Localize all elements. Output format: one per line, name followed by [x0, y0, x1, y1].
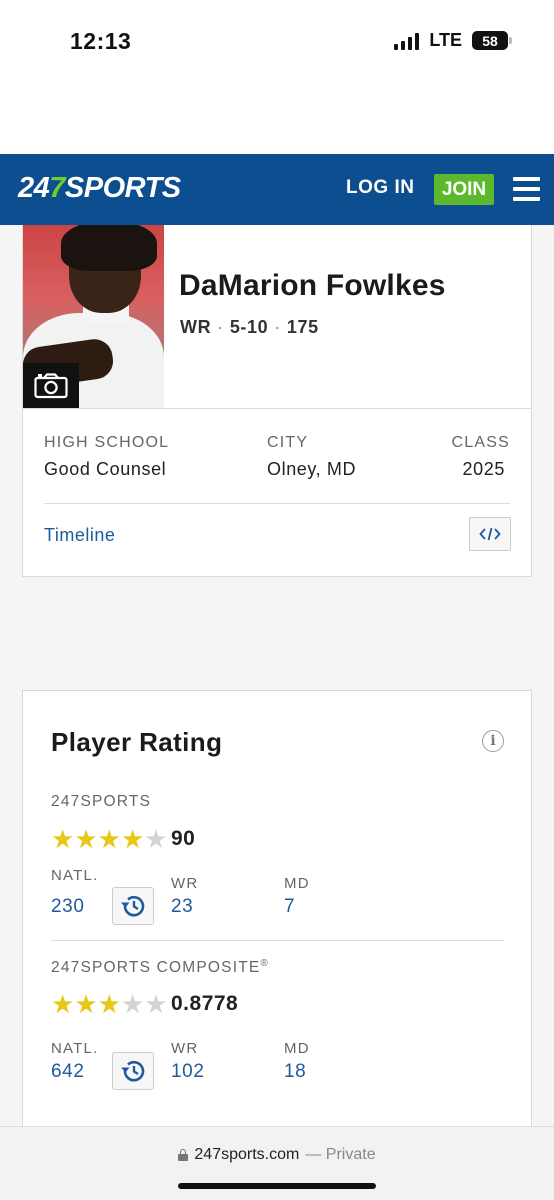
player-position: WR: [180, 317, 212, 337]
status-bar: 12:13 LTE 58: [0, 0, 554, 84]
natl-rank-label: NATL.: [51, 1040, 99, 1057]
class-value: 2025: [462, 459, 505, 479]
city-value: Olney, MD: [267, 459, 357, 479]
url-display[interactable]: 247sports.com — Private: [0, 1146, 554, 1164]
embed-code-button[interactable]: [469, 517, 511, 551]
cellular-signal-icon: [394, 32, 420, 50]
private-mode-label: — Private: [305, 1146, 376, 1163]
composite-label-text: 247SPORTS COMPOSITE: [51, 959, 261, 977]
state-rank-value[interactable]: 7: [284, 896, 295, 918]
divider: [44, 503, 510, 504]
logo-text-24: 24: [18, 172, 50, 204]
natl-rank-value[interactable]: 642: [51, 1061, 85, 1083]
join-button[interactable]: JOIN: [434, 174, 494, 205]
battery-level: 58: [482, 32, 498, 49]
rank-history-button[interactable]: [112, 887, 154, 925]
divider: [23, 408, 531, 409]
high-school-value: Good Counsel: [44, 459, 167, 479]
hamburger-menu-icon[interactable]: [513, 177, 540, 201]
star-filled-icon: ★: [120, 824, 145, 854]
status-time: 12:13: [70, 28, 132, 54]
player-height: 5-10: [229, 317, 269, 337]
position-rank-label: WR: [171, 875, 199, 892]
state-rank-label: MD: [284, 1040, 310, 1057]
star-filled-icon: ★: [74, 824, 98, 854]
247sports-score: 90: [171, 827, 196, 850]
composite-rating-label: 247SPORTS COMPOSITE®: [51, 958, 269, 977]
star-filled-icon: ★: [97, 989, 121, 1019]
247sports-star-rating: ★ ★ ★ ★ ★: [51, 826, 168, 852]
star-empty-icon: ★: [120, 989, 145, 1019]
class-label: CLASS: [451, 434, 510, 451]
browser-url-bar[interactable]: 247sports.com — Private: [0, 1126, 554, 1200]
state-rank-label: MD: [284, 875, 310, 892]
home-indicator[interactable]: [178, 1183, 376, 1189]
page-top-spacer: [0, 84, 554, 154]
separator: ·: [217, 317, 224, 337]
player-name: DaMarion Fowlkes: [179, 269, 446, 302]
status-indicators: LTE 58: [394, 30, 512, 51]
history-icon: [121, 895, 145, 917]
position-rank-value[interactable]: 102: [171, 1061, 205, 1083]
city-label: CITY: [267, 434, 309, 451]
camera-icon[interactable]: [23, 363, 79, 408]
divider: [51, 940, 504, 941]
star-empty-icon: ★: [144, 989, 168, 1019]
rank-history-button[interactable]: [112, 1052, 154, 1090]
player-profile-card: DaMarion Fowlkes WR · 5-10 · 175 HIGH SCHOOL…: [22, 225, 532, 577]
logo-text-sports: SPORTS: [64, 172, 181, 204]
history-icon: [121, 1060, 145, 1082]
player-rating-card: Player Rating i 247SPORTS ★ ★ ★ ★ ★ 90 NATL.…: [22, 690, 532, 1140]
natl-rank-value[interactable]: 230: [51, 896, 85, 918]
player-weight: 175: [286, 317, 319, 337]
star-filled-icon: ★: [97, 824, 121, 854]
position-rank-value[interactable]: 23: [171, 896, 193, 918]
star-filled-icon: ★: [51, 989, 75, 1019]
separator: ·: [274, 317, 281, 337]
star-filled-icon: ★: [74, 989, 98, 1019]
rating-title: Player Rating: [51, 727, 223, 757]
battery-icon: 58: [472, 31, 512, 50]
247sports-rating-label: 247SPORTS: [51, 793, 152, 810]
site-header: 247SPORTS LOG IN JOIN: [0, 154, 554, 225]
code-icon: [479, 527, 501, 541]
network-type: LTE: [429, 30, 462, 50]
login-link[interactable]: LOG IN: [346, 177, 414, 199]
logo-text-7: 7: [49, 172, 65, 204]
composite-star-rating: ★ ★ ★ ★ ★: [51, 991, 168, 1017]
247sports-logo[interactable]: 247SPORTS: [18, 172, 181, 205]
star-filled-icon: ★: [51, 824, 75, 854]
registered-mark: ®: [260, 958, 270, 969]
state-rank-value[interactable]: 18: [284, 1061, 306, 1083]
url-domain: 247sports.com: [194, 1146, 300, 1163]
lock-icon: [178, 1149, 189, 1161]
high-school-label: HIGH SCHOOL: [44, 434, 170, 451]
star-empty-icon: ★: [144, 824, 168, 854]
timeline-link[interactable]: Timeline: [44, 525, 115, 546]
info-icon[interactable]: i: [482, 730, 504, 752]
position-rank-label: WR: [171, 1040, 199, 1057]
composite-score: 0.8778: [171, 992, 239, 1015]
natl-rank-label: NATL.: [51, 867, 99, 884]
player-photo[interactable]: [23, 225, 164, 408]
player-vitals: WR · 5-10 · 175: [180, 317, 319, 338]
